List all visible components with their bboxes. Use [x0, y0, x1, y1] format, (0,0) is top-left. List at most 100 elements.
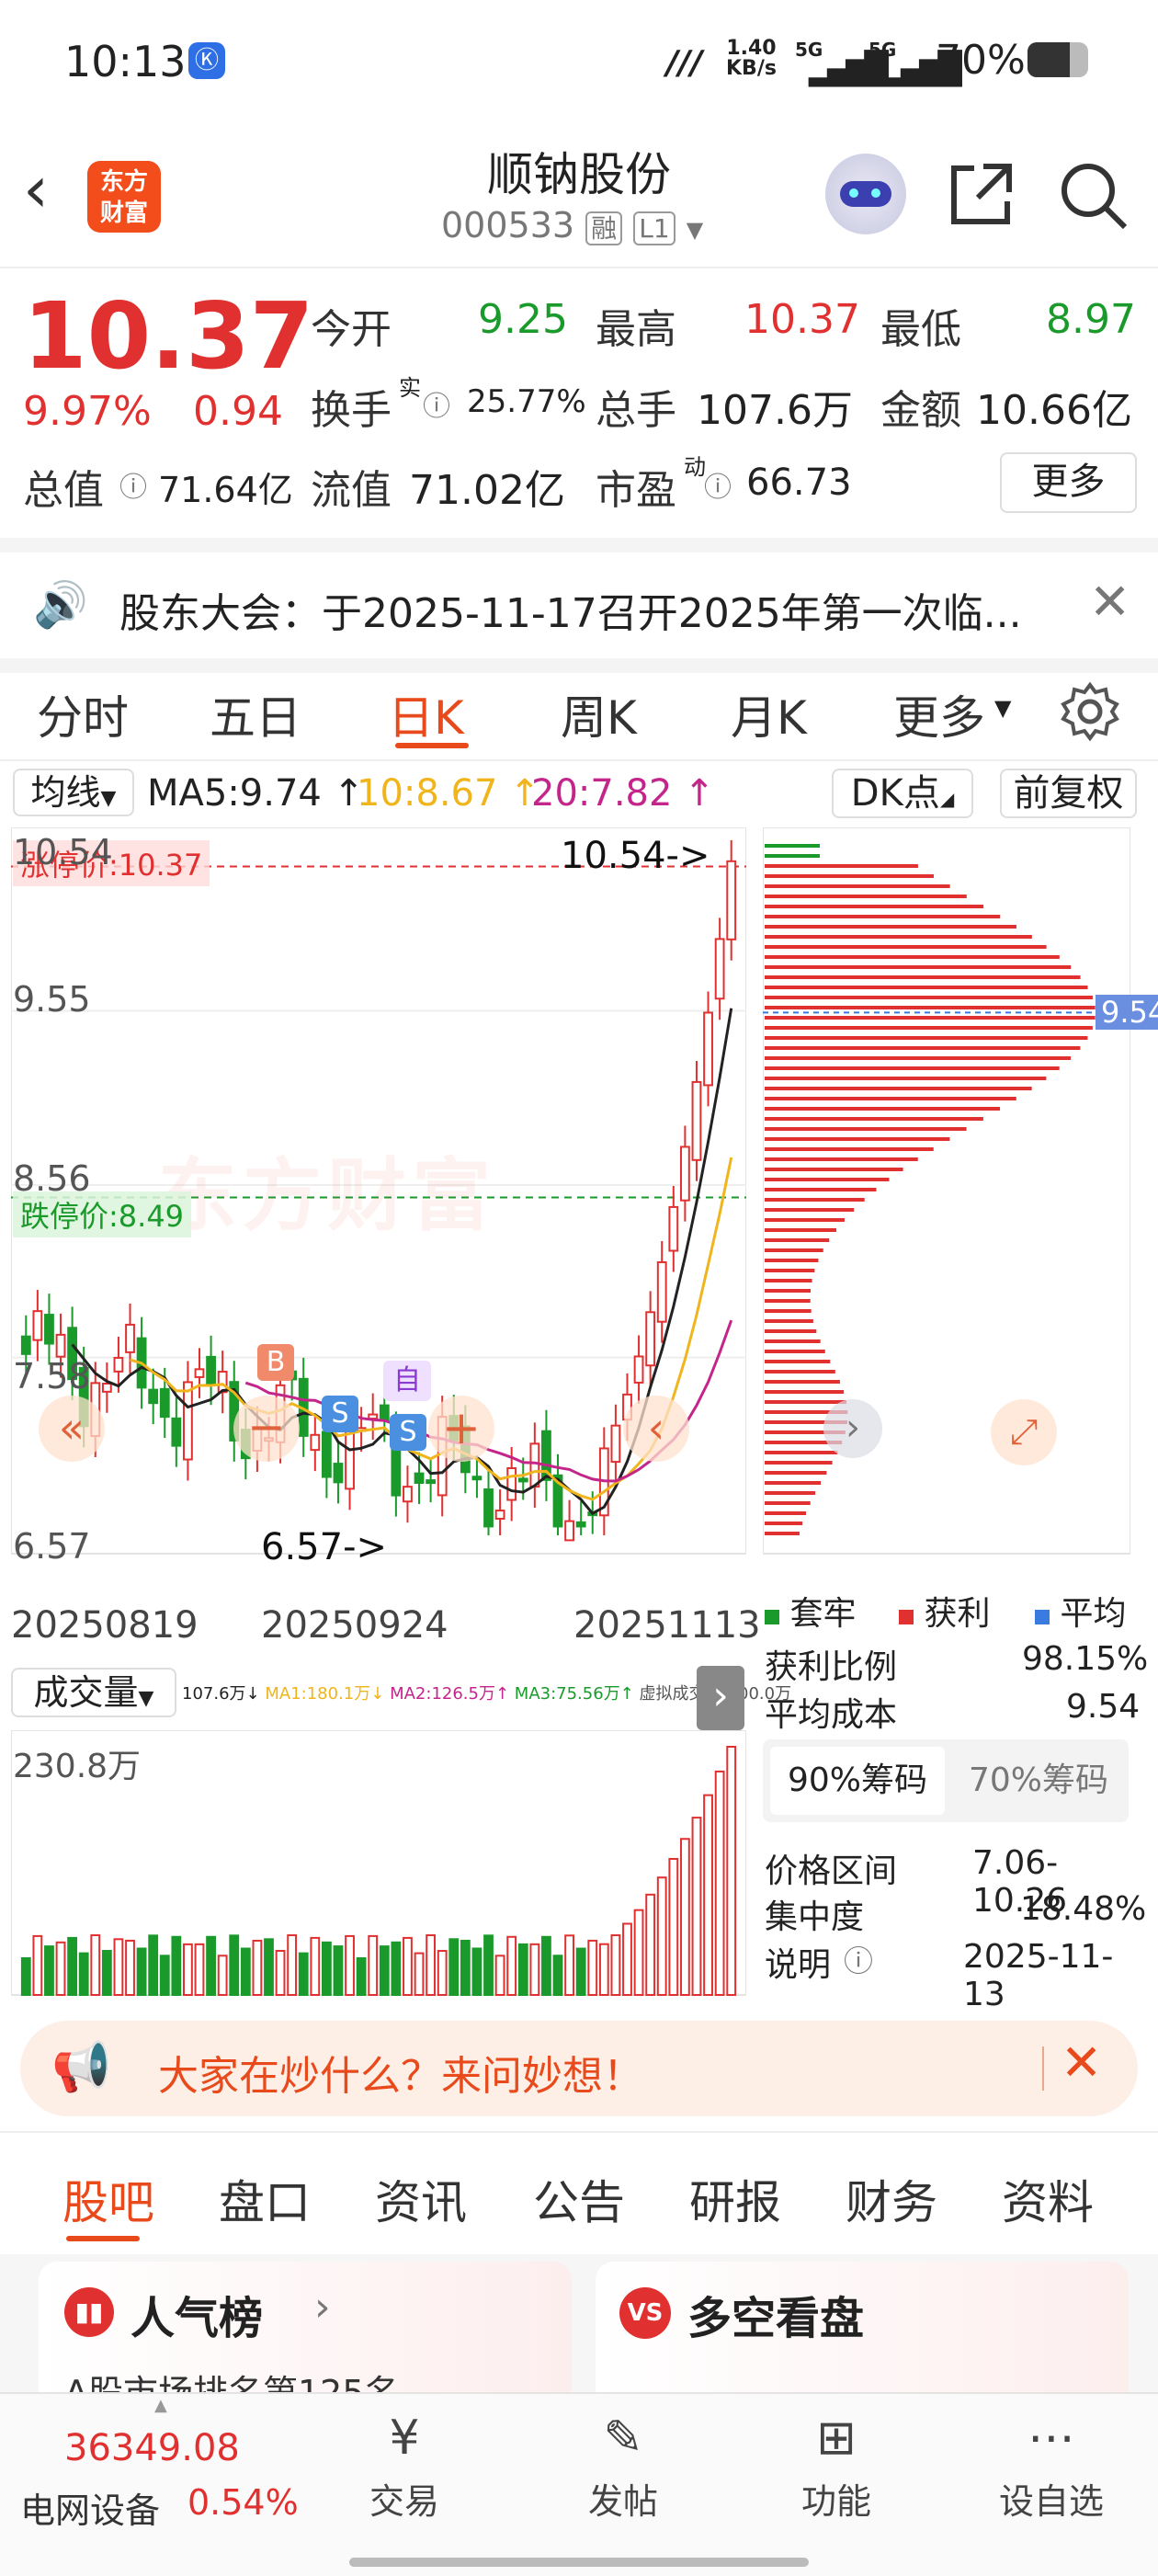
tab-guba[interactable]: 股吧	[62, 2166, 154, 2232]
volume-bar	[448, 1938, 460, 1996]
tab-news[interactable]: 资讯	[375, 2166, 467, 2232]
tab-profile[interactable]: 资料	[1002, 2166, 1094, 2232]
settings-gear-icon[interactable]	[1060, 681, 1120, 742]
close-icon[interactable]: ✕	[1089, 573, 1130, 631]
tab-intraday[interactable]: 分时	[37, 681, 129, 747]
volume-bar	[437, 1950, 448, 1997]
banner-text: 大家在炒什么？来问妙想！	[158, 2053, 643, 2100]
nav-watchlist[interactable]: ⋯ 设自选	[978, 2411, 1125, 2524]
tab-announcements[interactable]: 公告	[533, 2166, 625, 2232]
vs-icon: VS	[619, 2287, 671, 2339]
ranking-icon: ▮▮	[64, 2287, 114, 2337]
robot-assistant-icon[interactable]	[825, 154, 906, 234]
ma-bar: 均线▼ MA5:9.74 ↑ 10:8.67 ↑ 20:7.82 ↑	[0, 765, 754, 820]
close-icon[interactable]: ✕	[1061, 2034, 1102, 2092]
megaphone-icon: 📢	[51, 2040, 111, 2095]
bull-bear-card[interactable]: VS 多空看盘	[596, 2262, 1129, 2392]
y-label-3: 8.56	[13, 1158, 91, 1199]
candle-body	[148, 1388, 159, 1405]
volume-bar	[275, 1950, 286, 1996]
indicator-select[interactable]: 均线▼	[13, 769, 134, 816]
nav-functions[interactable]: ⊞ 功能	[763, 2411, 910, 2524]
mcap-label: 总值	[23, 467, 104, 514]
signal-s-badge-2[interactable]: S	[390, 1414, 426, 1451]
zoom-in-icon[interactable]: +	[428, 1396, 494, 1462]
bottom-nav: ▲ 36349.08 电网设备 0.54% ¥ 交易 ✎ 发帖 ⊞ 功能 ⋯ 设…	[0, 2392, 1158, 2576]
volume-select[interactable]: 成交量▼	[11, 1668, 176, 1717]
high-label: 最高	[596, 306, 676, 353]
grid-icon: ⊞	[816, 2411, 857, 2466]
info-icon[interactable]: ⓘ	[704, 464, 732, 505]
signal-s-badge[interactable]: S	[322, 1396, 358, 1432]
volume-bar	[460, 1939, 471, 1996]
expand-indicator-icon[interactable]: ›	[697, 1666, 744, 1730]
volume-bar	[183, 1943, 193, 1996]
info-icon[interactable]: ⓘ	[119, 464, 147, 505]
stock-name: 顺钠股份	[487, 148, 671, 201]
watermark: 东方财富	[158, 1150, 496, 1242]
index-ticker[interactable]: ▲ 36349.08 电网设备 0.54%	[0, 2394, 303, 2550]
volume-bar	[483, 1934, 494, 1996]
tab-pankou[interactable]: 盘口	[219, 2166, 311, 2232]
volume-bar	[101, 1950, 112, 1996]
zoom-out-icon[interactable]: −	[233, 1396, 300, 1462]
signal-self-badge[interactable]: 自	[383, 1361, 431, 1401]
nav-post[interactable]: ✎ 发帖	[550, 2411, 697, 2524]
kline-chart[interactable]: 东方财富 涨停价:10.37 跌停价:8.49 10.54 9.55 8.56 …	[11, 827, 761, 1647]
tab-5day[interactable]: 五日	[210, 681, 301, 747]
volume-bar	[240, 1947, 251, 1996]
info-icon[interactable]: ⓘ	[423, 383, 450, 424]
candle-body	[113, 1356, 124, 1373]
volume-bar	[506, 1935, 517, 1997]
tab-chip-90[interactable]: 90%筹码	[770, 1747, 945, 1815]
tab-chip-70[interactable]: 70%筹码	[956, 1747, 1121, 1815]
change-percent: 9.97%	[23, 388, 152, 435]
notice-bar[interactable]: 🔊 股东大会：于2025-11-17召开2025年第一次临... ✕	[0, 538, 1158, 673]
dk-point-button[interactable]: DK点◢	[832, 769, 973, 818]
active-tab-indicator	[66, 2236, 140, 2241]
search-icon[interactable]	[1057, 159, 1130, 233]
volume-bar	[55, 1941, 66, 1996]
quote-panel: 10.37 9.97% 0.94 总值 ⓘ 71.64亿 今开 9.25 最高 …	[0, 268, 1158, 538]
tab-research[interactable]: 研报	[689, 2166, 781, 2232]
tab-daily-k[interactable]: 日K	[388, 681, 464, 747]
scroll-left-icon[interactable]: ‹	[623, 1396, 689, 1462]
stock-code-row[interactable]: 000533 融 L1 ▼	[441, 205, 703, 245]
volume-bar	[471, 1947, 482, 1996]
volume-bar	[552, 1955, 563, 1996]
tab-weekly-k[interactable]: 周K	[561, 681, 637, 747]
chip-distribution[interactable]: 9.54 › ⤢	[763, 827, 1158, 1574]
low-value: 8.97	[1046, 296, 1136, 343]
volume-bar	[679, 1838, 690, 1997]
popularity-card[interactable]: ▮▮ 人气榜 › A股市场排名第125名	[39, 2262, 572, 2392]
volume-bar	[529, 1943, 540, 1997]
volume-bar	[622, 1922, 632, 1996]
popularity-subtitle: A股市场排名第125名	[64, 2365, 400, 2392]
fullscreen-icon[interactable]: ⤢	[991, 1399, 1057, 1465]
tab-finance[interactable]: 财务	[846, 2166, 937, 2232]
scroll-left-fast-icon[interactable]: «	[39, 1396, 105, 1462]
adjust-button[interactable]: 前复权	[1000, 769, 1137, 818]
index-change: 0.54%	[187, 2482, 299, 2523]
nav-trade[interactable]: ¥ 交易	[331, 2411, 478, 2524]
more-button[interactable]: 更多	[1000, 452, 1137, 513]
eastmoney-logo[interactable]: 东方 财富	[87, 161, 161, 233]
ai-banner[interactable]: 📢 大家在炒什么？来问妙想！ ✕	[20, 2021, 1138, 2116]
caret-up-icon: ▲	[154, 2396, 167, 2415]
expand-right-icon[interactable]: ›	[823, 1399, 882, 1458]
tab-monthly-k[interactable]: 月K	[731, 681, 807, 747]
candle-body	[55, 1333, 66, 1358]
volume-panel[interactable]: 成交量▼ 107.6万↓ MA1:180.1万↓ MA2:126.5万↑ MA3…	[11, 1666, 791, 2006]
tab-more[interactable]: 更多	[893, 681, 985, 747]
nav-watchlist-label: 设自选	[998, 2481, 1104, 2522]
volume-bar	[379, 1945, 390, 1997]
date-label-2: 20250924	[261, 1604, 448, 1647]
info-icon[interactable]: ⓘ	[844, 1938, 873, 1980]
signal-b-badge[interactable]: B	[257, 1344, 294, 1381]
candle-body	[32, 1310, 43, 1341]
share-icon[interactable]	[947, 159, 1016, 229]
pe-label: 市盈	[596, 467, 676, 514]
back-icon[interactable]: ‹	[23, 152, 49, 227]
volume-bar	[645, 1893, 656, 1996]
trade-yen-icon: ¥	[389, 2411, 420, 2466]
